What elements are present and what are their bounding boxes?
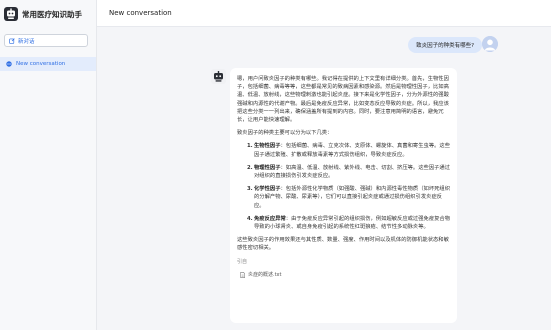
sidebar: 常用医疗知识助手 新对话 New conversation — [0, 0, 97, 330]
cause-list: 1. 生物性因子：包括细菌、病毒、立克次体、支原体、螺旋体、真菌和寄生虫等。这些… — [237, 142, 450, 231]
brand: 常用医疗知识助手 — [4, 5, 82, 23]
list-desc: ：包括细菌、病毒、立克次体、支原体、螺旋体、真菌和寄生虫等。这些因子通过繁殖、扩… — [254, 143, 451, 158]
assistant-avatar-icon — [211, 69, 226, 84]
assistant-conclusion: 这些致炎因子的作用效果还与其性质、数量、强度、作用时间以及机体的防御机能状态和敏… — [237, 237, 449, 252]
assistant-reasoning: 嗯，用户问致炎因子的种类有哪些。我记得在提供的上下文里有详细分类。首先，生物性因… — [237, 76, 449, 124]
user-avatar — [482, 36, 498, 52]
list-item: 4. 免疫反应异常：由于免疫反应异常引起的组织损伤，例如超敏反应或过强免疫复合物… — [237, 215, 450, 231]
list-term: 免疫反应异常 — [254, 215, 286, 222]
reference-file-name: 炎症的概述.txt — [248, 271, 282, 278]
conversation-label: New conversation — [16, 61, 66, 67]
new-chat-button[interactable]: 新对话 — [4, 34, 88, 47]
list-term: 化学性因子 — [254, 186, 281, 193]
assistant-message: 嗯，用户问致炎因子的种类有哪些。我记得在提供的上下文里有详细分类。首先，生物性因… — [230, 68, 457, 323]
references-label: 引自 — [237, 258, 248, 265]
list-number: 4. — [247, 215, 253, 222]
list-item: 1. 生物性因子：包括细菌、病毒、立克次体、支原体、螺旋体、真菌和寄生虫等。这些… — [237, 142, 450, 158]
reference-file-link[interactable]: 炎症的概述.txt — [237, 271, 450, 279]
new-chat-label: 新对话 — [18, 38, 35, 45]
document-icon — [240, 271, 245, 278]
list-item: 3. 化学性因子：包括外源性化学物质（如强酸、强碱）和内源性毒性物质（如坏死组织… — [237, 185, 450, 210]
user-message-bubble: 致炎因子的种类有哪些? — [408, 37, 482, 53]
user-message-row: 致炎因子的种类有哪些? — [408, 37, 482, 53]
app-title: 常用医疗知识助手 — [22, 9, 82, 19]
list-number: 2. — [247, 164, 253, 171]
list-desc: ：包括外源性化学物质（如强酸、强碱）和内源性毒性物质（如坏死组织的分解产物、尿酸… — [254, 186, 451, 209]
edit-icon — [9, 37, 15, 44]
conversation-item[interactable]: New conversation — [0, 57, 96, 71]
page-title: New conversation — [109, 9, 172, 17]
list-item: 2. 物理性因子：如高温、低温、放射线、紫外线、电击、切割、挤压等。这些因子通过… — [237, 164, 450, 180]
user-avatar-icon — [482, 36, 498, 52]
list-number: 1. — [247, 143, 253, 150]
chat-bubble-icon — [6, 61, 12, 67]
list-number: 3. — [247, 186, 253, 193]
list-desc: ：如高温、低温、放射线、紫外线、电击、切割、挤压等。这些因子通过对组织的直接损伤… — [254, 164, 451, 180]
app-logo-icon — [4, 7, 18, 21]
list-term: 生物性因子 — [254, 143, 281, 150]
list-term: 物理性因子 — [254, 164, 281, 171]
chat-header: New conversation — [97, 0, 551, 27]
assistant-summary: 致炎因子的种类主要可以分为以下几类： — [237, 130, 333, 137]
